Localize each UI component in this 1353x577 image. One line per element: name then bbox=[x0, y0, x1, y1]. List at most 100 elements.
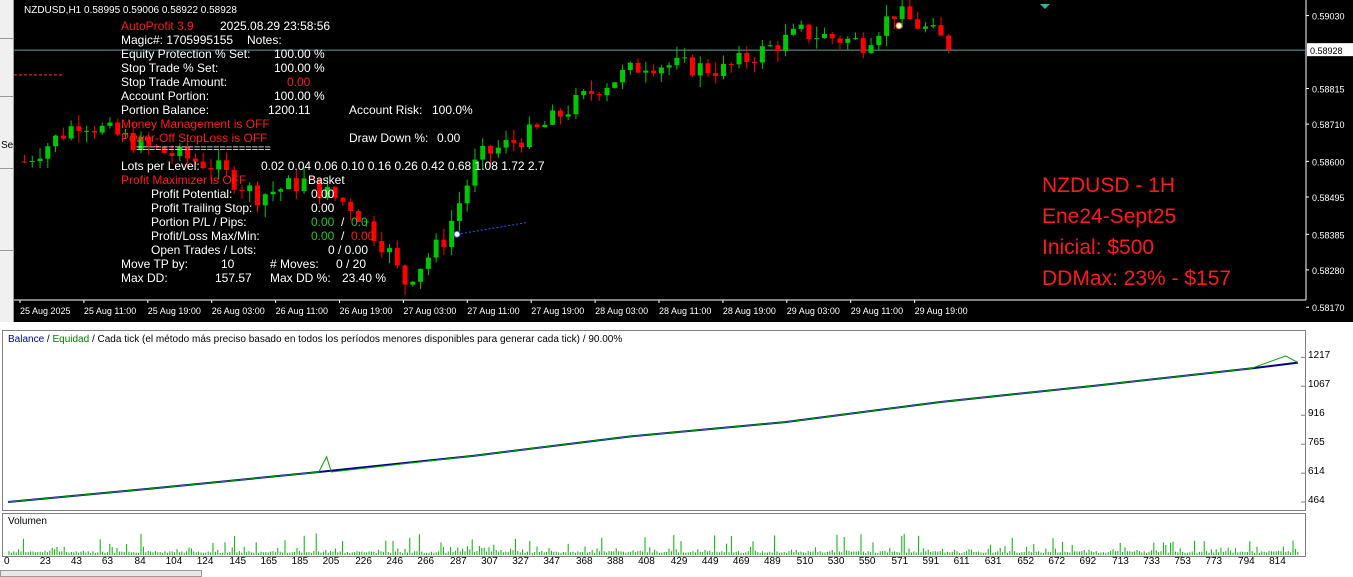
candle-body bbox=[689, 57, 695, 76]
candle-body bbox=[45, 146, 51, 159]
deal-axis-label: 550 bbox=[858, 556, 876, 567]
candle-body bbox=[418, 268, 424, 282]
profit-trailing-stop-label: Profit Trailing Stop: bbox=[151, 201, 253, 215]
account-portion-label: Account Portion: bbox=[121, 89, 210, 103]
deal-axis-label: 571 bbox=[891, 556, 909, 567]
candle-body bbox=[542, 124, 548, 128]
price-axis-label: 0.58495 bbox=[1312, 193, 1345, 203]
chart-shift-marker[interactable] bbox=[1040, 4, 1050, 9]
profit-potential-label: Profit Potential: bbox=[151, 187, 233, 201]
ea-notes: Notes: bbox=[247, 33, 282, 47]
panel-divider bbox=[0, 250, 13, 251]
max-dd-value: 157.57 bbox=[215, 271, 252, 285]
profit-potential-value: 0.00 bbox=[311, 187, 335, 201]
money-management-status: Money Management is OFF bbox=[121, 117, 270, 131]
deal-axis-label: 631 bbox=[984, 556, 1002, 567]
account-portion-value: 100.00 % bbox=[274, 89, 325, 103]
candle-body bbox=[441, 239, 447, 248]
candle-body bbox=[588, 91, 594, 94]
time-axis-label: 25 Aug 11:00 bbox=[84, 306, 136, 316]
deal-axis-label: 449 bbox=[701, 556, 719, 567]
equity-protection-label: Equity Protection % Set: bbox=[121, 47, 251, 61]
annotation-line-3: Inicial: $500 bbox=[1042, 236, 1155, 259]
candle-body bbox=[946, 35, 952, 50]
panel-divider bbox=[0, 38, 13, 39]
candle-body bbox=[340, 197, 346, 202]
deal-axis-label: 692 bbox=[1079, 556, 1097, 567]
candle-body bbox=[293, 178, 299, 192]
balance-graph: Balance / Equidad / Cada tick (el método… bbox=[2, 330, 1306, 511]
horizontal-scrollbar[interactable] bbox=[0, 570, 202, 577]
candle-body bbox=[643, 70, 649, 73]
max-dd-label: Max DD: bbox=[121, 271, 168, 285]
candle-body bbox=[635, 62, 641, 73]
candle-body bbox=[868, 45, 874, 53]
candle-body bbox=[464, 185, 470, 204]
candle-body bbox=[783, 34, 789, 52]
candle-body bbox=[767, 45, 773, 47]
candle-body bbox=[488, 145, 493, 154]
candle-body bbox=[526, 124, 532, 148]
deal-axis-label: 307 bbox=[481, 556, 498, 567]
candle-body bbox=[713, 73, 719, 77]
price-axis-label: 0.58710 bbox=[1312, 120, 1345, 130]
candle-body bbox=[29, 160, 35, 162]
value-separator: / bbox=[341, 215, 345, 229]
candle-body bbox=[790, 28, 796, 35]
portion-pl-value: 0.00 bbox=[311, 215, 335, 229]
candle-body bbox=[651, 70, 657, 74]
candle-body bbox=[223, 160, 229, 170]
time-axis-label: 25 Aug 2025 bbox=[20, 306, 71, 316]
account-risk-value: 100.0% bbox=[432, 103, 473, 117]
time-axis-label: 28 Aug 11:00 bbox=[659, 306, 711, 316]
annotation-line-1: NZDUSD - 1H bbox=[1042, 174, 1176, 197]
deal-axis-label: 23 bbox=[39, 556, 51, 567]
profit-max-value: 0.00 bbox=[311, 229, 335, 243]
candle-body bbox=[775, 45, 781, 52]
deal-axis-label: 611 bbox=[953, 556, 970, 567]
deal-axis-label: 510 bbox=[796, 556, 814, 567]
candle-body bbox=[247, 185, 253, 191]
deal-axis-label: 145 bbox=[229, 556, 247, 567]
profit-trailing-stop-value: 0.00 bbox=[311, 201, 335, 215]
candle-body bbox=[495, 147, 501, 154]
legend-balance: Balance bbox=[8, 334, 45, 345]
candle-body bbox=[99, 125, 105, 133]
separator-line: ===================== bbox=[136, 143, 271, 155]
time-axis-label: 29 Aug 03:00 bbox=[787, 306, 840, 316]
candle-body bbox=[915, 19, 921, 29]
portion-pips-value: 0.0 bbox=[351, 215, 368, 229]
price-chart-window[interactable]: 0.59030 0.58928 0.58815 0.58710 0.58600 0.584… bbox=[14, 0, 1353, 322]
candle-body bbox=[736, 52, 742, 65]
price-axis-label: 0.58170 bbox=[1312, 303, 1345, 313]
time-axis-label: 28 Aug 19:00 bbox=[723, 306, 776, 316]
price-axis-label: 0.58600 bbox=[1312, 157, 1345, 167]
legend-equity: Equidad bbox=[52, 334, 90, 345]
balance-axis-label: 464 bbox=[1308, 495, 1325, 506]
time-axis-label: 26 Aug 19:00 bbox=[340, 306, 393, 316]
navigator-panel-strip[interactable]: Se bbox=[0, 0, 14, 322]
candle-body bbox=[76, 126, 82, 131]
candle-body bbox=[752, 61, 758, 63]
deal-axis-label: 104 bbox=[165, 556, 183, 567]
candle-body bbox=[899, 6, 905, 19]
tester-graph-panel: Balance / Equidad / Cada tick (el método… bbox=[0, 326, 1353, 577]
profit-loss-maxmin-label: Profit/Loss Max/Min: bbox=[151, 229, 260, 243]
draw-down-label: Draw Down %: bbox=[349, 131, 429, 145]
max-dd-pct-value: 23.40 % bbox=[342, 271, 387, 285]
deal-axis-label: 753 bbox=[1174, 556, 1191, 567]
stop-trade-amount-value: 0.00 bbox=[287, 75, 311, 89]
deal-axis-label: 327 bbox=[512, 556, 529, 567]
panel-tab-label[interactable]: Se bbox=[1, 140, 13, 151]
candle-body bbox=[891, 16, 897, 19]
time-axis-label: 29 Aug 19:00 bbox=[915, 306, 968, 316]
open-trades-label: Open Trades / Lots: bbox=[151, 243, 257, 257]
deal-axis-label: 733 bbox=[1143, 556, 1160, 567]
moves-value: 0 / 20 bbox=[336, 257, 367, 271]
deal-axis-label: 165 bbox=[260, 556, 278, 567]
candle-body bbox=[449, 220, 455, 248]
deals-x-axis: 0 23 43 63 84 104 124 145 165 185 205 226 246 266 287 3… bbox=[0, 556, 1310, 568]
open-trades-value: 0 / 0.00 bbox=[328, 243, 369, 257]
candle-body bbox=[239, 189, 245, 191]
candle-body bbox=[596, 93, 602, 96]
